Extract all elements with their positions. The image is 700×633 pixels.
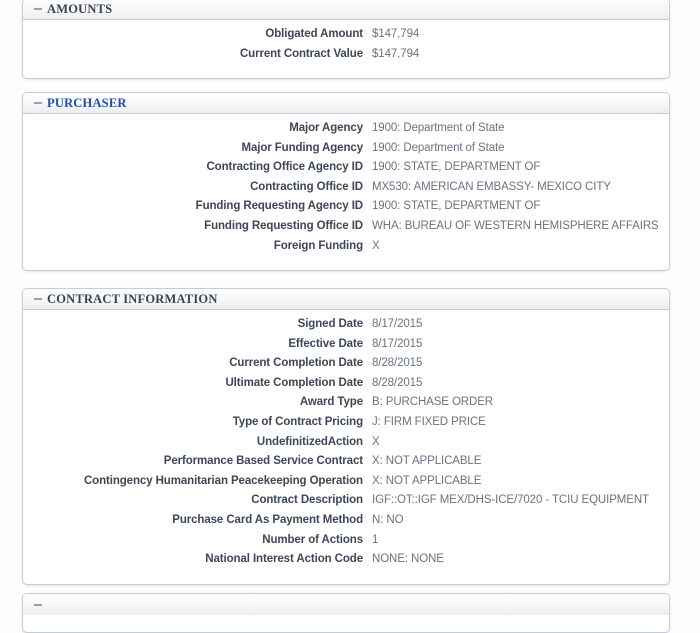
field-value: 8/17/2015	[372, 318, 423, 330]
field-value: MX530: AMERICAN EMBASSY- MEXICO CITY	[372, 180, 611, 193]
section-body-contract-information: Signed Date 8/17/2015 Effective Date 8/1…	[23, 310, 669, 584]
field-label: Contingency Humanitarian Peacekeeping Op…	[83, 474, 363, 487]
section-header-amounts[interactable]: AMOUNTS	[23, 0, 669, 20]
field-value: 1900: Department of State	[372, 122, 505, 134]
minus-collapse-icon[interactable]	[34, 5, 42, 13]
field-row: Number of Actions 1	[23, 534, 669, 554]
field-row: Funding Requesting Office ID WHA: BUREAU…	[23, 220, 669, 240]
section-title-amounts: AMOUNTS	[47, 1, 113, 16]
field-label: Effective Date	[288, 337, 363, 350]
minus-collapse-icon[interactable]	[34, 99, 42, 107]
field-row: Current Contract Value $147,794	[23, 48, 669, 68]
minus-collapse-icon[interactable]	[34, 295, 42, 303]
section-title-purchaser: PURCHASER	[47, 95, 127, 110]
field-label: Purchase Card As Payment Method	[172, 513, 363, 526]
section-body-purchaser: Major Agency 1900: Department of State M…	[23, 114, 669, 270]
field-label: National Interest Action Code	[205, 553, 363, 566]
field-row: UndefinitizedAction X	[23, 436, 669, 456]
field-label: Performance Based Service Contract	[163, 455, 363, 468]
field-label: Current Completion Date	[229, 357, 363, 370]
field-row: Purchase Card As Payment Method N: NO	[23, 514, 669, 534]
field-row: Award Type B: PURCHASE ORDER	[23, 396, 669, 416]
field-value: IGF::OT::IGF MEX/DHS-ICE/7020 - TCIU EQU…	[372, 494, 649, 507]
field-row: Major Agency 1900: Department of State	[23, 122, 669, 142]
field-label: Ultimate Completion Date	[225, 376, 363, 389]
field-value: $147,794	[372, 28, 420, 40]
field-value: J: FIRM FIXED PRICE	[372, 415, 486, 428]
field-value: 8/28/2015	[372, 357, 423, 370]
field-row: Contracting Office Agency ID 1900: STATE…	[23, 161, 669, 181]
section-panel-next-partial	[22, 593, 670, 633]
field-value: 8/28/2015	[372, 376, 423, 389]
field-row: Performance Based Service Contract X: NO…	[23, 455, 669, 475]
field-label: Contracting Office ID	[250, 180, 363, 193]
field-value: NONE: NONE	[372, 553, 444, 566]
field-value: 1900: Department of State	[372, 141, 505, 154]
field-row: Foreign Funding X	[23, 240, 669, 260]
field-row: Major Funding Agency 1900: Department of…	[23, 142, 669, 162]
section-title-contract-information: CONTRACT INFORMATION	[47, 291, 218, 306]
field-value: 1900: STATE, DEPARTMENT OF	[372, 161, 541, 174]
section-header-contract-information[interactable]: CONTRACT INFORMATION	[23, 289, 669, 310]
field-label: Award Type	[299, 396, 363, 409]
field-label: Contracting Office Agency ID	[206, 161, 363, 174]
field-row: Effective Date 8/17/2015	[23, 338, 669, 358]
section-panel-purchaser: PURCHASER Major Agency 1900: Department …	[22, 92, 670, 272]
field-row: Contingency Humanitarian Peacekeeping Op…	[23, 475, 669, 495]
field-label: Signed Date	[297, 318, 363, 330]
field-row: National Interest Action Code NONE: NONE	[23, 553, 669, 573]
field-value: WHA: BUREAU OF WESTERN HEMISPHERE AFFAIR…	[372, 219, 659, 232]
section-panel-amounts: AMOUNTS Obligated Amount $147,794 Curren…	[22, 0, 670, 80]
field-label: Foreign Funding	[273, 239, 363, 252]
field-label: Funding Requesting Agency ID	[195, 200, 363, 213]
field-label: UndefinitizedAction	[256, 435, 363, 448]
field-label: Type of Contract Pricing	[232, 415, 363, 428]
field-label: Number of Actions	[262, 533, 363, 546]
field-value: X: NOT APPLICABLE	[372, 474, 482, 487]
field-label: Obligated Amount	[265, 28, 363, 40]
field-row: Type of Contract Pricing J: FIRM FIXED P…	[23, 416, 669, 436]
field-value: B: PURCHASE ORDER	[372, 396, 493, 409]
field-row: Ultimate Completion Date 8/28/2015	[23, 377, 669, 397]
field-row: Contracting Office ID MX530: AMERICAN EM…	[23, 181, 669, 201]
field-value: 1900: STATE, DEPARTMENT OF	[372, 200, 541, 213]
field-value: $147,794	[372, 47, 420, 60]
field-value: 1	[372, 533, 379, 546]
field-label: Contract Description	[251, 494, 363, 507]
field-value: X: NOT APPLICABLE	[372, 455, 482, 468]
field-row: Current Completion Date 8/28/2015	[23, 357, 669, 377]
field-value: 8/17/2015	[372, 337, 423, 350]
field-row: Obligated Amount $147,794	[23, 28, 669, 48]
field-row: Contract Description IGF::OT::IGF MEX/DH…	[23, 494, 669, 514]
field-value: X	[372, 435, 380, 448]
section-panel-contract-information: CONTRACT INFORMATION Signed Date 8/17/20…	[22, 288, 670, 585]
field-label: Current Contract Value	[239, 47, 363, 60]
field-label: Funding Requesting Office ID	[204, 219, 363, 232]
contract-detail-page: AMOUNTS Obligated Amount $147,794 Curren…	[0, 0, 700, 633]
field-row: Funding Requesting Agency ID 1900: STATE…	[23, 200, 669, 220]
field-label: Major Agency	[289, 122, 363, 134]
field-value: N: NO	[372, 513, 404, 526]
field-label: Major Funding Agency	[241, 141, 363, 154]
field-value: X	[372, 239, 380, 252]
section-body-amounts: Obligated Amount $147,794 Current Contra…	[23, 20, 669, 78]
section-header-purchaser[interactable]: PURCHASER	[23, 93, 669, 114]
field-row: Signed Date 8/17/2015	[23, 318, 669, 338]
